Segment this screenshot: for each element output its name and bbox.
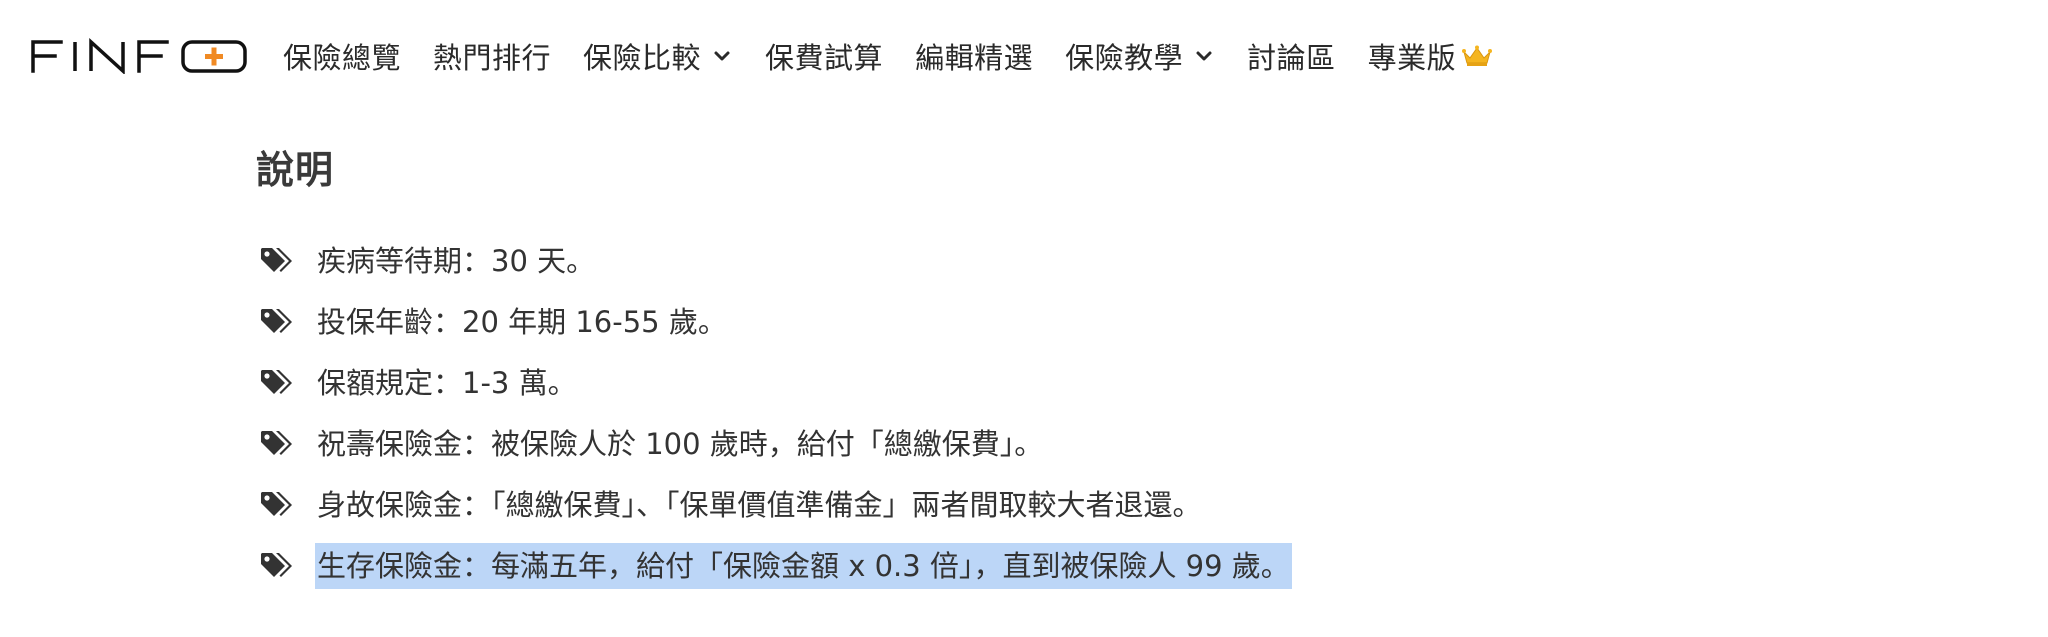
nav-item-label: 保險總覽	[283, 41, 402, 75]
nav-item-tutorials[interactable]: 保險教學	[1065, 35, 1215, 77]
crown-icon	[1462, 45, 1493, 66]
nav-item-label: 保險比較	[583, 41, 702, 75]
tags-icon	[261, 247, 292, 272]
description-text: 保額規定：1-3 萬。	[317, 365, 577, 400]
nav-item-label: 編輯精選	[915, 41, 1034, 75]
nav-item-label: 專業版	[1367, 41, 1457, 75]
tags-icon	[261, 369, 292, 394]
nav-item-label: 保費試算	[765, 41, 884, 75]
nav-item-compare[interactable]: 保險比較	[583, 35, 733, 77]
description-text: 投保年齡：20 年期 16-55 歲。	[317, 304, 727, 339]
nav-item-label: 保險教學	[1065, 41, 1184, 75]
tags-icon	[261, 308, 292, 333]
finfo-logo-mark	[31, 38, 247, 74]
main-nav: 保險總覽 熱門排行 保險比較 保費試算 編輯精選 保險教學 討論區 專業版	[283, 32, 1524, 80]
list-item: 投保年齡：20 年期 16-55 歲。	[260, 291, 1292, 352]
nav-item-pro[interactable]: 專業版	[1368, 35, 1493, 77]
description-list: 疾病等待期：30 天。 投保年齡：20 年期 16-55 歲。 保額規定：1-3…	[260, 230, 1292, 596]
list-item: 祝壽保險金：被保險人於 100 歲時，給付「總繳保費」。	[260, 413, 1292, 474]
description-text: 疾病等待期：30 天。	[317, 243, 596, 278]
nav-item-forum[interactable]: 討論區	[1247, 35, 1336, 77]
nav-item-premium-calc[interactable]: 保費試算	[765, 35, 883, 77]
nav-item-label: 討論區	[1247, 41, 1336, 75]
list-item: 疾病等待期：30 天。	[260, 230, 1292, 291]
nav-item-ranking[interactable]: 熱門排行	[433, 35, 551, 77]
nav-item-editor-picks[interactable]: 編輯精選	[915, 35, 1033, 77]
finfo-logo[interactable]	[31, 38, 249, 74]
description-text: 祝壽保險金：被保險人於 100 歲時，給付「總繳保費」。	[317, 426, 1044, 461]
tags-icon	[261, 491, 292, 516]
list-item: 保額規定：1-3 萬。	[260, 352, 1292, 413]
description-text: 身故保險金：「總繳保費」、「保單價值準備金」兩者間取較大者退還。	[317, 487, 1202, 522]
nav-item-overview[interactable]: 保險總覽	[283, 35, 401, 77]
chevron-down-icon	[714, 51, 730, 61]
description-section: 說明 疾病等待期：30 天。 投保年齡：20 年期 16-55 歲。 保額規定：…	[256, 140, 1956, 589]
tags-icon	[261, 552, 292, 577]
description-text-selected: 生存保險金：每滿五年，給付「保險金額 x 0.3 倍」，直到被保險人 99 歲。	[315, 542, 1292, 589]
list-item: 身故保險金：「總繳保費」、「保單價值準備金」兩者間取較大者退還。	[260, 474, 1292, 535]
section-title: 說明	[256, 148, 335, 192]
tags-icon	[261, 430, 292, 455]
list-item: 生存保險金：每滿五年，給付「保險金額 x 0.3 倍」，直到被保險人 99 歲。	[260, 535, 1292, 596]
nav-item-label: 熱門排行	[433, 41, 552, 75]
top-navbar: 保險總覽 熱門排行 保險比較 保費試算 編輯精選 保險教學 討論區 專業版	[0, 0, 2048, 112]
chevron-down-icon	[1196, 51, 1212, 61]
